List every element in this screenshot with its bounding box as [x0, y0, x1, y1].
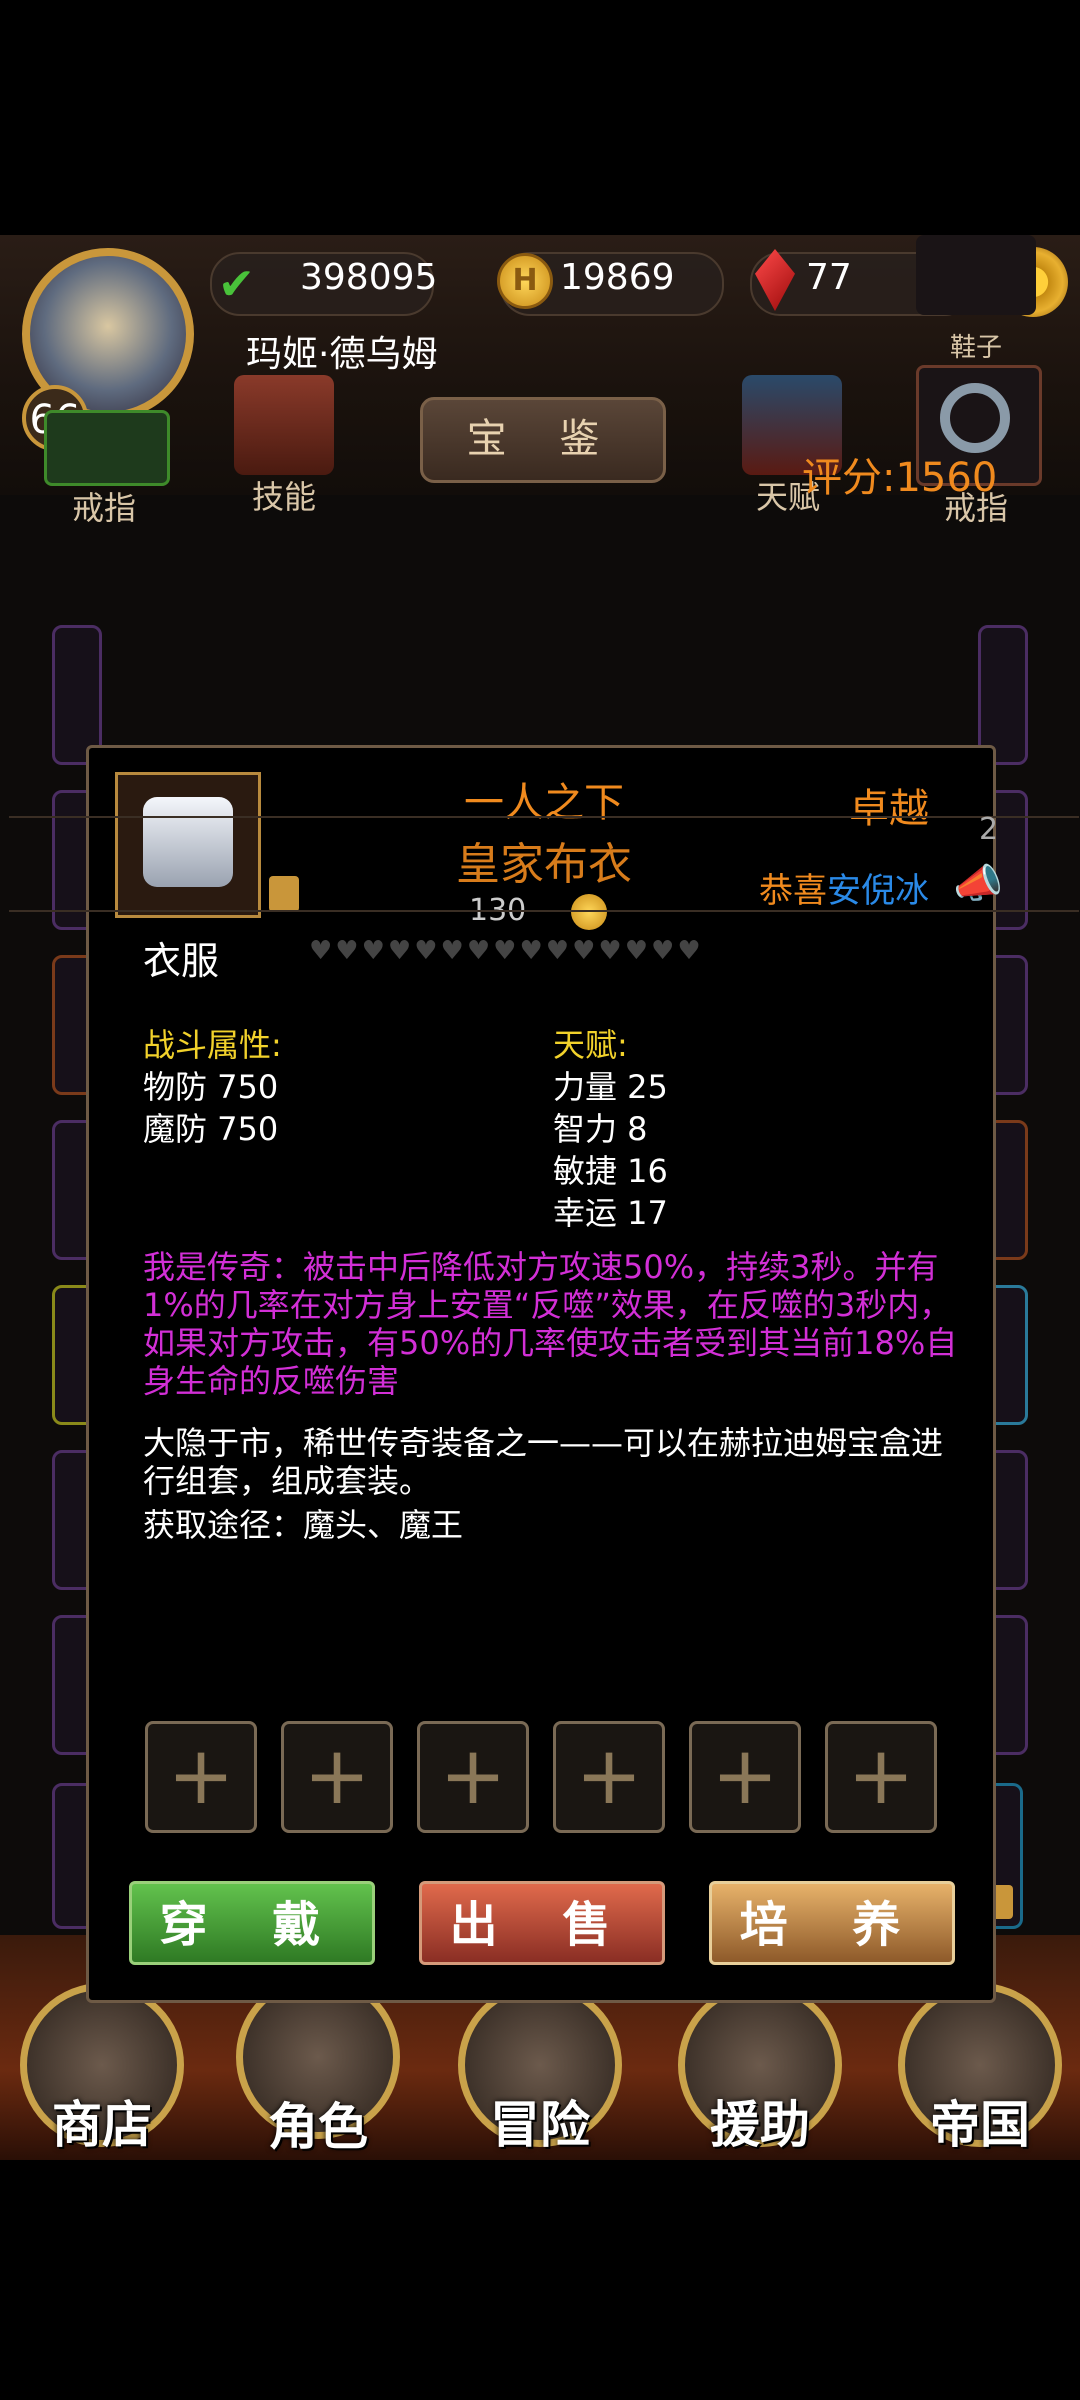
gem-socket-5[interactable]: + — [689, 1721, 801, 1833]
divider — [9, 816, 1079, 818]
gem-socket-2[interactable]: + — [281, 1721, 393, 1833]
talent-stat: 智力 8 — [553, 1110, 648, 1148]
legend-effect-text: 我是传奇：被击中后降低对方攻速50%，持续3秒。并有1%的几率在对方身上安置“反… — [143, 1248, 958, 1400]
gem-socket-6[interactable]: + — [825, 1721, 937, 1833]
inventory-slot[interactable] — [52, 625, 102, 765]
talent-stat: 力量 25 — [553, 1068, 668, 1106]
treasure-book-button[interactable]: 宝 鉴 — [420, 397, 666, 483]
nav-character-label[interactable]: 角色 — [228, 2087, 408, 2159]
broadcast-prefix: 恭喜 — [759, 871, 827, 911]
gold-coin-icon: H — [497, 253, 553, 309]
nav-support-label[interactable]: 援助 — [670, 2085, 850, 2157]
item-category: 衣服 — [143, 939, 220, 983]
broadcast-player-name: 安倪冰 — [827, 871, 929, 911]
gold-value: 19869 — [560, 257, 675, 298]
side-count: 2 — [979, 812, 999, 847]
talent-stat: 幸运 17 — [553, 1194, 668, 1232]
equip-button[interactable]: 穿 戴 — [129, 1881, 375, 1965]
gem-socket-4[interactable]: + — [553, 1721, 665, 1833]
nav-shop-label[interactable]: 商店 — [12, 2085, 192, 2157]
source-text: 获取途径：魔头、魔王 — [143, 1506, 464, 1544]
gem-socket-3[interactable]: + — [417, 1721, 529, 1833]
ruby-value: 77 — [806, 257, 852, 298]
sell-button[interactable]: 出 售 — [419, 1881, 665, 1965]
flavor-text: 大隐于市，稀世传奇装备之一——可以在赫拉迪姆宝盒进行组套，组成套装。 — [143, 1424, 944, 1500]
ring-icon — [940, 383, 1010, 453]
game-screen: ✔ 398095 H 19869 77 66 玛姬·德乌姆 戒指 技能 宝 鉴 … — [0, 235, 1080, 2160]
nav-empire-label[interactable]: 帝国 — [890, 2085, 1070, 2157]
shoes-label: 鞋子 — [949, 333, 1002, 363]
item-detail-popup: 一人之下 皇家布衣 卓越 恭喜安倪冰 📣 130 2 衣服 ♥♥♥♥♥♥♥♥♥♥… — [9, 745, 1079, 2003]
talent-stat: 敏捷 16 — [553, 1152, 668, 1190]
inventory-slot[interactable] — [978, 625, 1028, 765]
skills-label[interactable]: 技能 — [224, 472, 344, 518]
train-button[interactable]: 培 养 — [709, 1881, 955, 1965]
player-name: 玛姬·德乌姆 — [246, 334, 438, 375]
talent-stats-header: 天赋: — [553, 1026, 628, 1064]
ring-left-slot[interactable] — [44, 410, 170, 486]
broadcast-message: 恭喜安倪冰 — [759, 863, 929, 912]
score-display: 评分:1560 — [802, 455, 998, 501]
skills-book-icon[interactable] — [234, 375, 334, 475]
divider — [9, 910, 1079, 912]
item-quality: 卓越 — [849, 786, 929, 832]
nav-adventure-label[interactable]: 冒险 — [450, 2085, 630, 2157]
megaphone-icon[interactable]: 📣 — [953, 860, 1003, 907]
combat-stat: 魔防 750 — [143, 1110, 279, 1148]
gem-icon: ✔ — [218, 259, 255, 310]
combat-stat: 物防 750 — [143, 1068, 279, 1106]
star-rating-hearts: ♥♥♥♥♥♥♥♥♥♥♥♥♥♥♥ — [309, 936, 704, 966]
ring-left-label: 戒指 — [71, 489, 136, 527]
gems-value: 398095 — [300, 257, 438, 298]
gem-socket-1[interactable]: + — [145, 1721, 257, 1833]
combat-stats-header: 战斗属性: — [143, 1026, 282, 1064]
gold-coin-icon — [571, 894, 607, 930]
shoes-slot[interactable] — [916, 235, 1036, 315]
